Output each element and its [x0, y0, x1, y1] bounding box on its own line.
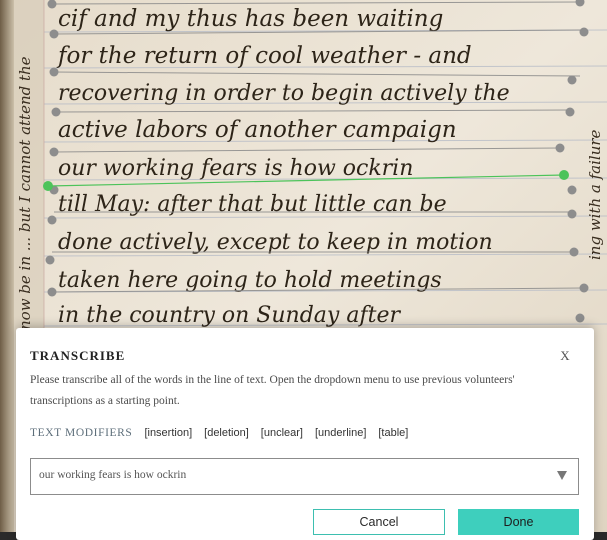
line-marker[interactable]: [45, 255, 55, 265]
line-marker[interactable]: [567, 185, 577, 195]
manuscript-line-6: till May: after that but little can be: [58, 192, 447, 217]
dialog-title: TRANSCRIBE: [30, 348, 126, 363]
done-button[interactable]: Done: [458, 509, 579, 535]
transcription-value[interactable]: our working fears is how ockrin: [39, 469, 186, 481]
line-marker[interactable]: [565, 107, 575, 117]
line-marker[interactable]: [47, 287, 57, 297]
line-marker[interactable]: [579, 27, 589, 37]
manuscript-line-1: cif and my thus has been waiting: [58, 6, 443, 32]
text-modifiers-row: TEXT MODIFIERS [insertion] [deletion] [u…: [30, 425, 408, 441]
modifier-table-button[interactable]: [table]: [378, 427, 408, 439]
manuscript-line-9: in the country on Sunday after: [58, 303, 401, 328]
chevron-down-icon[interactable]: [556, 469, 568, 481]
margin-note-right: ing with a failure: [586, 129, 604, 260]
modifier-unclear-button[interactable]: [unclear]: [261, 427, 303, 439]
line-marker[interactable]: [575, 313, 585, 323]
manuscript-line-2: for the return of cool weather - and: [56, 43, 472, 69]
manuscript-line-3: recovering in order to begin actively th…: [58, 81, 510, 106]
modifier-insertion-button[interactable]: [insertion]: [144, 427, 192, 439]
text-modifiers-label: TEXT MODIFIERS: [30, 427, 133, 439]
line-marker[interactable]: [567, 209, 577, 219]
manuscript-line-7: done actively, except to keep in motion: [58, 230, 493, 255]
transcribe-dialog: TRANSCRIBE X Please transcribe all of th…: [16, 328, 594, 540]
line-marker[interactable]: [567, 75, 577, 85]
line-marker[interactable]: [569, 247, 579, 257]
line-marker[interactable]: [555, 143, 565, 153]
line-marker[interactable]: [49, 147, 59, 157]
transcription-dropdown[interactable]: our working fears is how ockrin: [30, 458, 579, 495]
cancel-button[interactable]: Cancel: [313, 509, 445, 535]
selected-line-start-handle[interactable]: [43, 181, 53, 191]
manuscript-line-5: our working fears is how ockrin: [58, 156, 413, 181]
instructions-text: Please transcribe all of the words in th…: [30, 374, 515, 407]
line-marker[interactable]: [47, 215, 57, 225]
close-button[interactable]: X: [558, 348, 572, 364]
manuscript-line-4: active labors of another campaign: [58, 117, 457, 143]
line-marker[interactable]: [579, 283, 589, 293]
margin-note-left: now be in ... but I cannot attend the: [16, 56, 34, 330]
line-marker[interactable]: [49, 29, 59, 39]
selected-line-end-handle[interactable]: [559, 170, 569, 180]
modifier-deletion-button[interactable]: [deletion]: [204, 427, 249, 439]
page-binding: [0, 0, 14, 540]
line-marker[interactable]: [49, 67, 59, 77]
line-marker[interactable]: [51, 107, 61, 117]
modifier-underline-button[interactable]: [underline]: [315, 427, 366, 439]
